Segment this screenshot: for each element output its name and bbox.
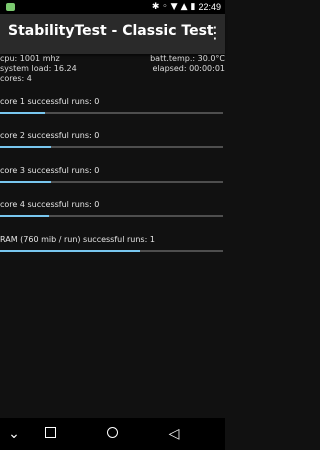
core-3-progress-fill <box>0 181 52 183</box>
core-2-label: core 2 successful runs: 0 <box>0 131 100 140</box>
cpu-text: cpu: 1001 mhz <box>0 54 60 63</box>
ram-label: RAM (760 mib / run) successful runs: 1 <box>0 235 155 244</box>
cores-text: cores: 4 <box>0 74 32 83</box>
home-icon[interactable] <box>104 426 120 442</box>
core-4-label: core 4 successful runs: 0 <box>0 200 100 209</box>
stats-row-3: cores: 4 <box>0 74 225 84</box>
core-1-progress-track <box>0 112 223 114</box>
battery-icon: ▮ <box>190 2 196 12</box>
stats-panel: cpu: 1001 mhz batt.temp.: 30.0°C system … <box>0 54 225 84</box>
clock: 22:49 <box>198 2 221 12</box>
core-3-progress-track <box>0 181 223 183</box>
collapse-icon[interactable]: ⌄ <box>6 426 22 442</box>
core-1-test: core 1 successful runs: 0 <box>0 97 225 114</box>
core-4-test: core 4 successful runs: 0 <box>0 200 225 217</box>
status-icons: ✱ ◦ ▼ ▲ ▮ 22:49 <box>152 1 221 13</box>
stats-row-2: system load: 16.24 elapsed: 00:00:01 <box>0 64 225 74</box>
core-3-test: core 3 successful runs: 0 <box>0 166 225 183</box>
android-notification-icon <box>6 3 15 11</box>
core-2-progress-fill <box>0 146 52 148</box>
ram-progress-fill <box>0 250 141 252</box>
core-1-label: core 1 successful runs: 0 <box>0 97 100 106</box>
battery-temp-text: batt.temp.: 30.0°C <box>150 54 225 63</box>
core-4-progress-fill <box>0 215 50 217</box>
core-3-label: core 3 successful runs: 0 <box>0 166 100 175</box>
core-1-progress-fill <box>0 112 45 114</box>
system-load-text: system load: 16.24 <box>0 64 77 73</box>
more-vert-icon[interactable]: ⋮ <box>207 25 223 43</box>
stats-row-1: cpu: 1001 mhz batt.temp.: 30.0°C <box>0 54 225 64</box>
status-bar: ✱ ◦ ▼ ▲ ▮ 22:49 <box>0 0 225 14</box>
wifi-icon: ▼ <box>170 2 178 12</box>
recents-icon[interactable] <box>42 426 58 442</box>
core-2-progress-track <box>0 146 223 148</box>
app-bar: StabilityTest - Classic Test ⋮ <box>0 14 225 54</box>
core-4-progress-track <box>0 215 223 217</box>
ram-progress-track <box>0 250 223 252</box>
mute-icon: ◦ <box>162 2 168 12</box>
ram-test: RAM (760 mib / run) successful runs: 1 <box>0 235 225 252</box>
signal-icon: ▲ <box>180 2 188 12</box>
core-2-test: core 2 successful runs: 0 <box>0 131 225 148</box>
back-icon[interactable]: ◁ <box>166 426 182 442</box>
navigation-bar: ⌄ ◁ <box>0 418 225 450</box>
bluetooth-icon: ✱ <box>151 2 160 12</box>
app-title: StabilityTest - Classic Test <box>8 23 214 39</box>
elapsed-text: elapsed: 00:00:01 <box>152 64 225 73</box>
